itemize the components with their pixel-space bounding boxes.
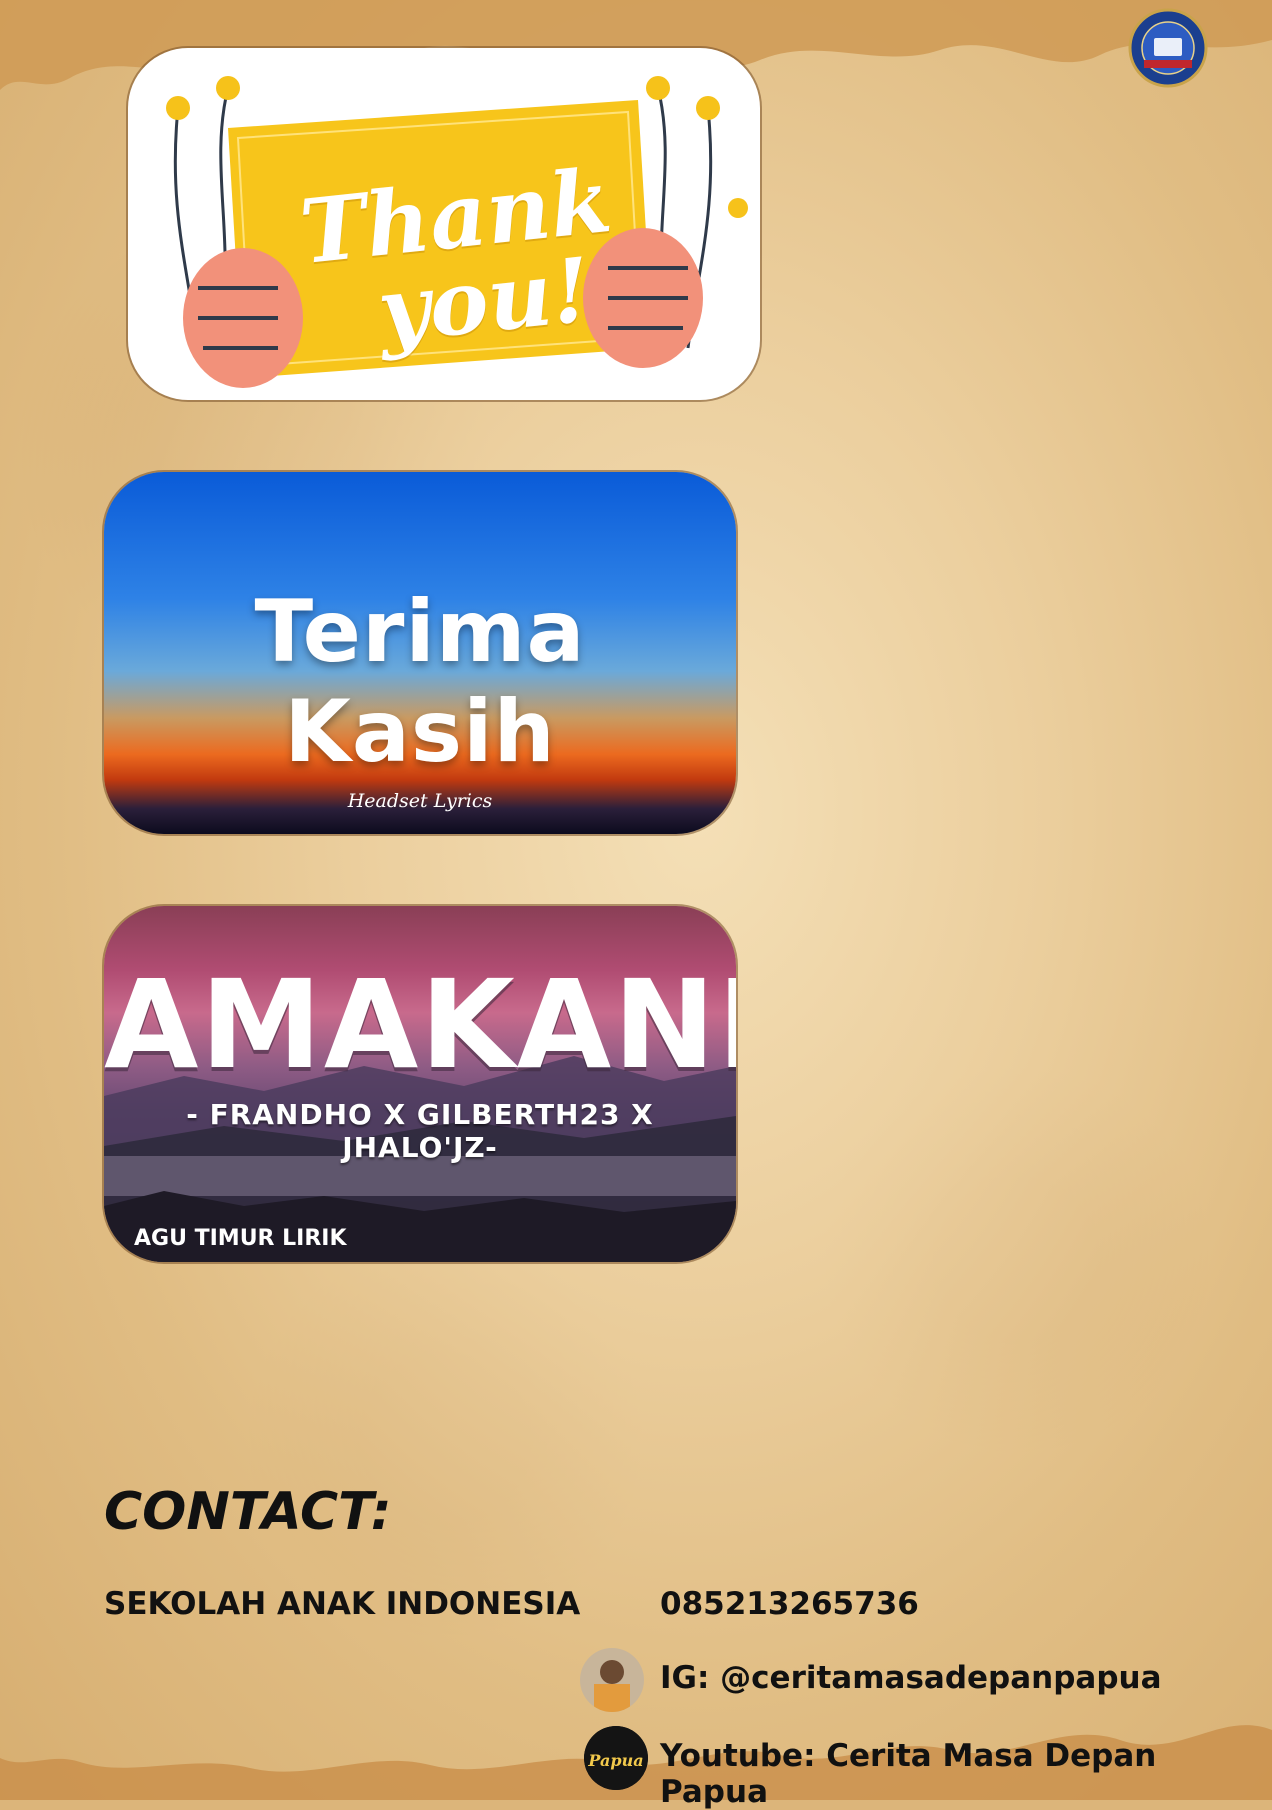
amakane-artists: - FRANDHO X GILBERTH23 X JHALO'JZ-	[186, 1098, 654, 1164]
amakane-channel: AGU TIMUR LIRIK	[134, 1226, 347, 1251]
youtube-channel[interactable]: Youtube: Cerita Masa Depan Papua	[660, 1738, 1272, 1810]
thank-you-image: Thank you!	[128, 48, 760, 400]
terima-kasih-title: Terima Kasih	[254, 582, 586, 782]
terima-kasih-thumbnail: Terima Kasih Headset Lyrics	[104, 472, 736, 834]
you-text: you!	[373, 237, 596, 363]
instagram-handle[interactable]: IG: @ceritamasadepanpapua	[660, 1660, 1162, 1696]
school-logo-icon	[1128, 8, 1208, 88]
amakane-title: AMAKANE	[104, 954, 736, 1096]
school-name: SEKOLAH ANAK INDONESIA	[104, 1586, 581, 1622]
contact-heading: CONTACT:	[104, 1482, 392, 1542]
instagram-avatar	[580, 1648, 644, 1712]
amakane-thumbnail: AMAKANE - FRANDHO X GILBERTH23 X JHALO'J…	[104, 906, 736, 1262]
youtube-avatar: Papua	[584, 1726, 648, 1790]
youtube-avatar-text: Papua	[587, 1751, 643, 1770]
headset-lyrics-credit: Headset Lyrics	[347, 790, 493, 812]
phone-number: 085213265736	[660, 1586, 919, 1622]
